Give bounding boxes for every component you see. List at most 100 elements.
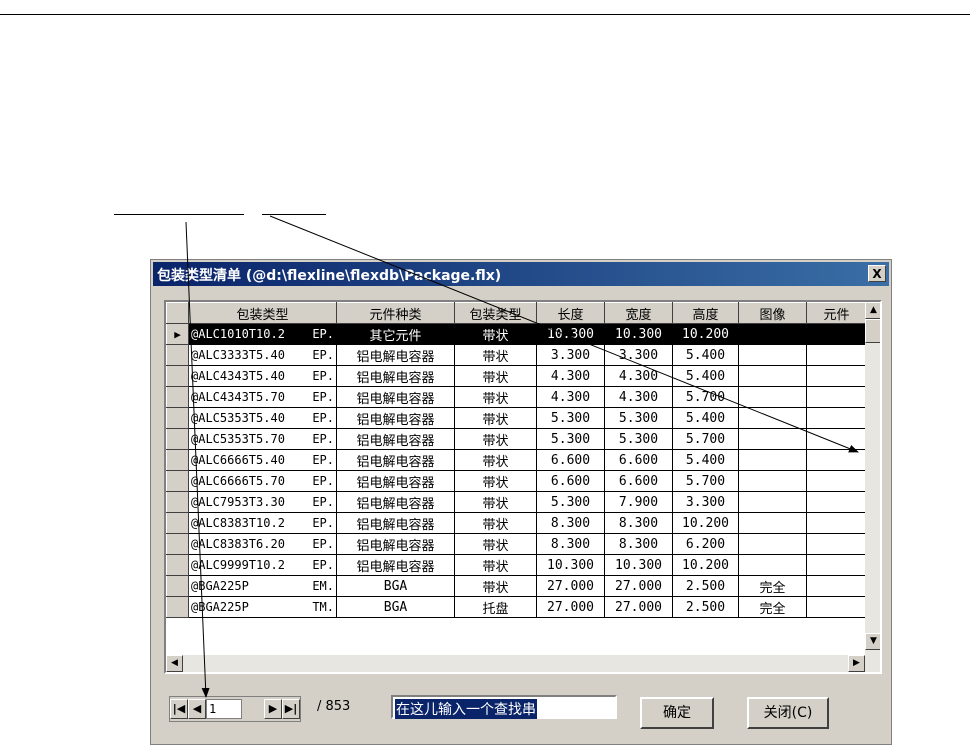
col-header[interactable]: 包装类型 [188, 302, 337, 324]
image-cell[interactable] [738, 386, 807, 408]
close-icon[interactable]: X [868, 265, 886, 282]
image-cell[interactable] [738, 533, 807, 555]
width-cell[interactable]: 10.300 [604, 554, 673, 576]
pack-type-cell[interactable]: 带状 [454, 407, 537, 429]
extra-cell[interactable] [806, 386, 867, 408]
pack-type-cell[interactable]: 带状 [454, 428, 537, 450]
package-cell[interactable]: @ALC3333T5.40 EP. [188, 344, 337, 366]
image-cell[interactable] [738, 449, 807, 471]
table-row[interactable]: @ALC6666T5.40 EP. 铝电解电容器 带状 6.600 6.600 5.400 [166, 449, 867, 471]
width-cell[interactable]: 27.000 [604, 575, 673, 597]
image-cell[interactable] [738, 428, 807, 450]
row-indicator[interactable] [166, 491, 189, 513]
length-cell[interactable]: 27.000 [536, 596, 605, 618]
pack-type-cell[interactable]: 带状 [454, 491, 537, 513]
close-button[interactable]: 关闭(C) [747, 697, 829, 729]
image-cell[interactable] [738, 344, 807, 366]
extra-cell[interactable] [806, 428, 867, 450]
height-cell[interactable]: 10.200 [672, 323, 739, 345]
image-cell[interactable] [738, 554, 807, 576]
package-cell[interactable]: @BGA225P TM. [188, 596, 337, 618]
scroll-up-icon[interactable]: ▲ [865, 302, 880, 319]
length-cell[interactable]: 10.300 [536, 554, 605, 576]
scroll-right-icon[interactable]: ▶ [848, 655, 865, 672]
kind-cell[interactable]: 铝电解电容器 [336, 386, 455, 408]
kind-cell[interactable]: BGA [336, 596, 455, 618]
image-cell[interactable] [738, 512, 807, 534]
package-cell[interactable]: @ALC5353T5.40 EP. [188, 407, 337, 429]
package-cell[interactable]: @ALC1010T10.2 EP. [188, 323, 337, 345]
extra-cell[interactable] [806, 575, 867, 597]
row-indicator[interactable] [166, 407, 189, 429]
row-indicator[interactable]: ▶ [166, 323, 189, 345]
last-record-icon[interactable]: ▶| [282, 699, 300, 719]
package-cell[interactable]: @ALC5353T5.70 EP. [188, 428, 337, 450]
kind-cell[interactable]: 铝电解电容器 [336, 533, 455, 555]
prev-record-icon[interactable]: ◀ [188, 699, 206, 719]
length-cell[interactable]: 3.300 [536, 344, 605, 366]
table-row[interactable]: @ALC3333T5.40 EP. 铝电解电容器 带状 3.300 3.300 5.400 [166, 344, 867, 366]
height-cell[interactable]: 2.500 [672, 575, 739, 597]
width-cell[interactable]: 8.300 [604, 533, 673, 555]
extra-cell[interactable] [806, 512, 867, 534]
next-record-icon[interactable]: ▶ [264, 699, 282, 719]
width-cell[interactable]: 27.000 [604, 596, 673, 618]
col-header[interactable]: 高度 [672, 302, 739, 324]
width-cell[interactable]: 6.600 [604, 449, 673, 471]
pack-type-cell[interactable]: 带状 [454, 344, 537, 366]
image-cell[interactable] [738, 407, 807, 429]
pack-type-cell[interactable]: 带状 [454, 323, 537, 345]
table-row[interactable]: @ALC4343T5.70 EP. 铝电解电容器 带状 4.300 4.300 5.700 [166, 386, 867, 408]
image-cell[interactable] [738, 470, 807, 492]
table-row[interactable]: ▶ @ALC1010T10.2 EP. 其它元件 带状 10.300 10.300 10.20… [166, 323, 867, 345]
col-header[interactable]: 元件种类 [336, 302, 455, 324]
table-row[interactable]: @ALC5353T5.70 EP. 铝电解电容器 带状 5.300 5.300 5.700 [166, 428, 867, 450]
extra-cell[interactable] [806, 449, 867, 471]
width-cell[interactable]: 4.300 [604, 386, 673, 408]
package-cell[interactable]: @ALC6666T5.70 EP. [188, 470, 337, 492]
width-cell[interactable]: 3.300 [604, 344, 673, 366]
col-header[interactable]: 元件 [806, 302, 867, 324]
length-cell[interactable]: 6.600 [536, 470, 605, 492]
length-cell[interactable]: 4.300 [536, 365, 605, 387]
table-row[interactable]: @ALC4343T5.40 EP. 铝电解电容器 带状 4.300 4.300 5.400 [166, 365, 867, 387]
kind-cell[interactable]: 其它元件 [336, 323, 455, 345]
length-cell[interactable]: 10.300 [536, 323, 605, 345]
row-indicator[interactable] [166, 470, 189, 492]
ok-button[interactable]: 确定 [640, 697, 714, 729]
package-cell[interactable]: @BGA225P EM. [188, 575, 337, 597]
length-cell[interactable]: 5.300 [536, 407, 605, 429]
row-indicator[interactable] [166, 512, 189, 534]
package-cell[interactable]: @ALC6666T5.40 EP. [188, 449, 337, 471]
length-cell[interactable]: 5.300 [536, 428, 605, 450]
height-cell[interactable]: 2.500 [672, 596, 739, 618]
table-row[interactable]: @ALC5353T5.40 EP. 铝电解电容器 带状 5.300 5.300 5.400 [166, 407, 867, 429]
table-row[interactable]: @ALC8383T10.2 EP. 铝电解电容器 带状 8.300 8.300 10.200 [166, 512, 867, 534]
width-cell[interactable]: 10.300 [604, 323, 673, 345]
kind-cell[interactable]: 铝电解电容器 [336, 365, 455, 387]
table-row[interactable]: @BGA225P TM. BGA 托盘 27.000 27.000 2.500 完全 [166, 596, 867, 618]
height-cell[interactable]: 5.400 [672, 407, 739, 429]
extra-cell[interactable] [806, 533, 867, 555]
pack-type-cell[interactable]: 带状 [454, 470, 537, 492]
height-cell[interactable]: 3.300 [672, 491, 739, 513]
scroll-left-icon[interactable]: ◀ [166, 655, 183, 672]
row-indicator[interactable] [166, 428, 189, 450]
length-cell[interactable]: 4.300 [536, 386, 605, 408]
row-indicator[interactable] [166, 344, 189, 366]
width-cell[interactable]: 5.300 [604, 428, 673, 450]
row-indicator[interactable] [166, 365, 189, 387]
table-row[interactable]: @ALC9999T10.2 EP. 铝电解电容器 带状 10.300 10.300 10.2… [166, 554, 867, 576]
first-record-icon[interactable]: |◀ [170, 699, 188, 719]
package-cell[interactable]: @ALC8383T10.2 EP. [188, 512, 337, 534]
length-cell[interactable]: 8.300 [536, 533, 605, 555]
image-cell[interactable]: 完全 [738, 596, 807, 618]
package-grid[interactable]: 包装类型 元件种类 包装类型 长度 宽度 高度 图像 元件 ▶ @ALC1010T… [164, 300, 882, 674]
length-cell[interactable]: 27.000 [536, 575, 605, 597]
height-cell[interactable]: 6.200 [672, 533, 739, 555]
length-cell[interactable]: 8.300 [536, 512, 605, 534]
table-row[interactable]: @ALC7953T3.30 EP. 铝电解电容器 带状 5.300 7.900 3.300 [166, 491, 867, 513]
row-indicator[interactable] [166, 386, 189, 408]
extra-cell[interactable] [806, 407, 867, 429]
package-cell[interactable]: @ALC4343T5.40 EP. [188, 365, 337, 387]
